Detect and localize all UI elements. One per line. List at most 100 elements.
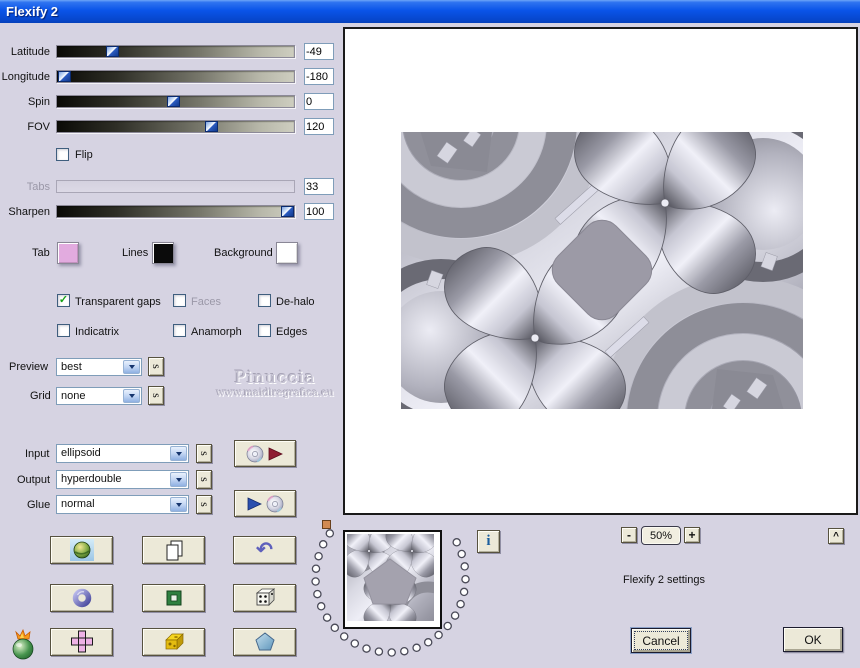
zoom-out-button[interactable]: -: [621, 527, 637, 543]
thumbnail-preview[interactable]: [319, 506, 462, 649]
fov-label: FOV: [27, 121, 50, 133]
glue-seed-button[interactable]: s: [196, 495, 212, 514]
memory-dot[interactable]: [362, 644, 371, 653]
memory-dot[interactable]: [325, 529, 335, 538]
preview-panel: [343, 27, 858, 515]
memory-dot[interactable]: [313, 589, 322, 599]
zoom-in-button[interactable]: +: [684, 527, 700, 543]
preview-combo[interactable]: best: [56, 358, 142, 376]
memory-dot[interactable]: [450, 611, 460, 620]
memory-dot[interactable]: [316, 602, 326, 611]
spin-slider-thumb[interactable]: [167, 96, 181, 107]
preview-seed-button[interactable]: s: [148, 357, 164, 376]
memory-dot[interactable]: [311, 564, 321, 573]
frame-button[interactable]: [142, 584, 205, 612]
fov-value-input[interactable]: [304, 118, 334, 135]
collapse-button[interactable]: ^: [828, 528, 844, 544]
transparent-gaps-checkbox[interactable]: ✓: [57, 294, 70, 307]
longitude-value-input[interactable]: [304, 68, 334, 85]
memory-dot[interactable]: [314, 551, 323, 561]
preview-image[interactable]: [401, 132, 803, 409]
longitude-slider-thumb[interactable]: [58, 71, 72, 82]
edges-checkbox[interactable]: [258, 324, 271, 337]
input-combo-label: Input: [25, 448, 50, 460]
grid-combo[interactable]: none: [56, 387, 142, 405]
background-color-swatch[interactable]: [276, 242, 298, 264]
memory-dot[interactable]: [322, 613, 332, 622]
lines-color-swatch[interactable]: [152, 242, 174, 264]
spin-slider[interactable]: [56, 95, 295, 108]
blue-play-cd-icon: [247, 495, 284, 512]
grid-seed-button[interactable]: s: [148, 386, 164, 405]
info-button[interactable]: i: [477, 530, 500, 553]
glue-combo[interactable]: normal: [56, 495, 189, 514]
title-bar[interactable]: Flexify 2: [0, 0, 860, 23]
chevron-down-icon[interactable]: [170, 472, 187, 487]
output-combo-label: Output: [17, 474, 51, 486]
faces-label: Faces: [191, 296, 221, 308]
memory-dot[interactable]: [423, 638, 433, 647]
memory-dot[interactable]: [412, 643, 421, 653]
indicatrix-checkbox[interactable]: [57, 324, 70, 337]
status-text: Flexify 2 settings: [623, 574, 705, 586]
memory-dot[interactable]: [318, 540, 328, 549]
latitude-slider[interactable]: [56, 45, 295, 58]
random-button[interactable]: [233, 584, 296, 612]
undo-button[interactable]: ↶: [233, 536, 296, 564]
spin-row: Spin: [0, 93, 340, 111]
flip-checkbox[interactable]: [56, 148, 69, 161]
memory-dot[interactable]: [456, 599, 465, 609]
memory-dot[interactable]: [339, 632, 349, 641]
latitude-slider-thumb[interactable]: [105, 46, 119, 57]
sharpen-slider-thumb[interactable]: [280, 206, 294, 217]
memory-dot[interactable]: [400, 646, 409, 656]
save-settings-button[interactable]: [234, 490, 296, 517]
memory-dot[interactable]: [434, 630, 443, 640]
fov-slider-thumb[interactable]: [205, 121, 219, 132]
unfold-button[interactable]: [50, 628, 113, 656]
chevron-down-icon[interactable]: [170, 497, 187, 512]
torus-button[interactable]: [50, 584, 113, 612]
output-seed-button[interactable]: s: [196, 470, 212, 489]
info-icon: i: [486, 533, 491, 549]
latitude-value-input[interactable]: [304, 43, 334, 60]
memory-dot[interactable]: [457, 549, 466, 559]
memory-dot[interactable]: [443, 621, 452, 631]
sharpen-label: Sharpen: [8, 206, 50, 218]
memory-dot[interactable]: [330, 623, 340, 633]
chevron-down-icon[interactable]: [123, 389, 140, 403]
anamorph-checkbox[interactable]: [173, 324, 186, 337]
tab-color-swatch[interactable]: [57, 242, 79, 264]
memory-dot[interactable]: [387, 648, 396, 657]
memory-dot[interactable]: [459, 587, 469, 597]
sharpen-slider[interactable]: [56, 205, 295, 218]
ok-button[interactable]: OK: [783, 627, 843, 652]
memory-dot[interactable]: [461, 574, 470, 584]
fov-slider[interactable]: [56, 120, 295, 133]
polyhedron-button[interactable]: [233, 628, 296, 656]
output-combo[interactable]: hyperdouble: [56, 470, 189, 489]
de-halo-checkbox[interactable]: [258, 294, 271, 307]
chevron-down-icon[interactable]: [123, 360, 140, 374]
memory-dot[interactable]: [452, 538, 461, 547]
memory-dot[interactable]: [374, 647, 384, 656]
zoom-level-display: 50%: [641, 526, 681, 545]
input-seed-button[interactable]: s: [196, 444, 212, 463]
tabs-label: Tabs: [26, 181, 50, 193]
memory-dot[interactable]: [311, 577, 320, 586]
copy-button[interactable]: [142, 536, 205, 564]
planet-button[interactable]: [50, 536, 113, 564]
sharpen-value-input[interactable]: [304, 203, 334, 220]
memory-dot[interactable]: [460, 562, 469, 571]
chevron-down-icon[interactable]: [170, 446, 187, 461]
faces-checkbox: [173, 294, 186, 307]
cheese-button[interactable]: [142, 628, 205, 656]
input-combo[interactable]: ellipsoid: [56, 444, 189, 463]
cancel-button[interactable]: Cancel: [631, 628, 691, 653]
load-settings-button[interactable]: [234, 440, 296, 467]
tabs-value-input[interactable]: [304, 178, 334, 195]
spin-value-input[interactable]: [304, 93, 334, 110]
longitude-slider[interactable]: [56, 70, 295, 83]
memory-dot[interactable]: [350, 639, 360, 648]
transparent-gaps-label: Transparent gaps: [75, 296, 161, 308]
